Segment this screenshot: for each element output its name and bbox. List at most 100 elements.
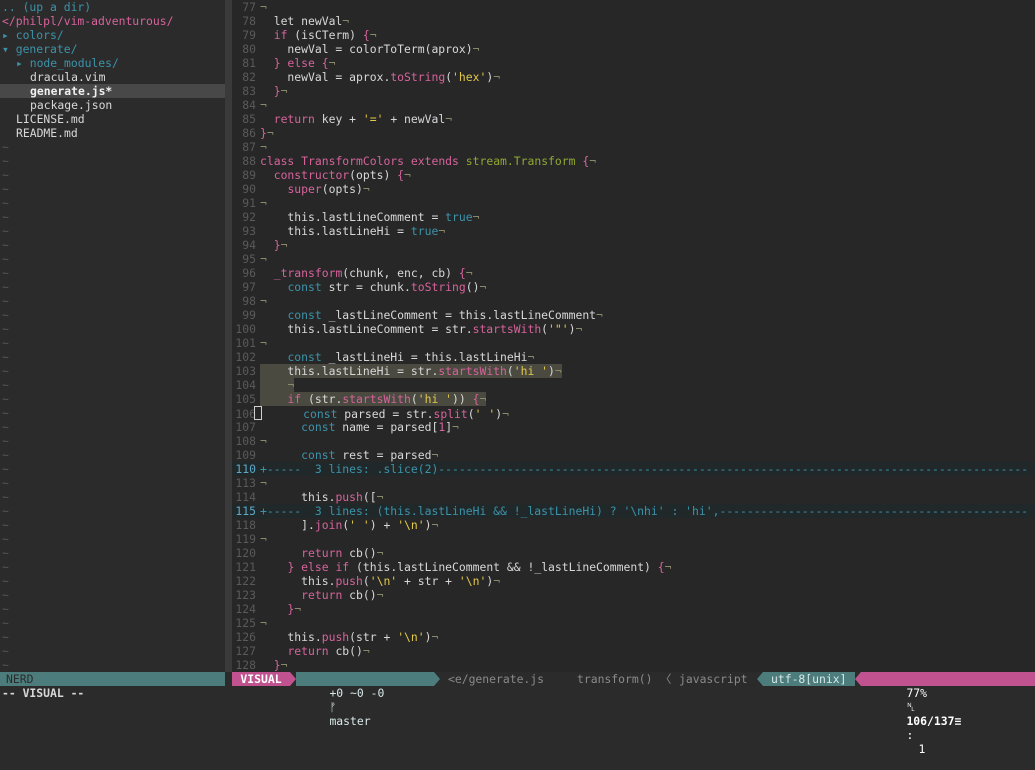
- code-editor[interactable]: 77 ¬ 78 let newVal¬ 79 if (isCTerm) {¬ 80 ne…: [232, 0, 1035, 672]
- line-code: const _lastLineComment = this.lastLineCo…: [260, 308, 603, 322]
- code-line[interactable]: 126 this.push(str + '\n')¬: [232, 630, 1035, 644]
- tree-empty-line: ~: [2, 196, 9, 210]
- eol-marker: ¬: [431, 448, 439, 462]
- code-line[interactable]: 78 let newVal¬: [232, 14, 1035, 28]
- code-line[interactable]: 119 ¬: [232, 532, 1035, 546]
- code-line[interactable]: 121 } else if (this.lastLineComment && !…: [232, 560, 1035, 574]
- tree-file[interactable]: dracula.vim: [0, 70, 225, 84]
- code-token: startsWith: [342, 392, 411, 406]
- code-token: toString: [410, 280, 466, 294]
- code-line[interactable]: 103 this.lastLineHi = str.startsWith('hi…: [232, 364, 1035, 378]
- code-line[interactable]: 120 return cb()¬: [232, 546, 1035, 560]
- code-line[interactable]: 77 ¬: [232, 0, 1035, 14]
- line-number: 93: [242, 224, 256, 238]
- fold-line[interactable]: 110 +----- 3 lines: .slice(2)------------…: [232, 462, 1035, 476]
- code-token: 'hi ': [417, 392, 453, 406]
- code-line[interactable]: 84 ¬: [232, 98, 1035, 112]
- eol-marker: ¬: [596, 308, 603, 322]
- code-token: ' ': [474, 407, 496, 421]
- mode-indicator: VISUAL: [232, 672, 290, 686]
- code-token: '\n': [397, 518, 425, 532]
- line-code: constructor(opts) {¬: [260, 168, 411, 182]
- line-code: this.lastLineComment = true¬: [260, 210, 479, 224]
- code-line[interactable]: 128 }¬: [232, 658, 1035, 672]
- tree-empty-line: ~: [2, 420, 9, 434]
- code-line[interactable]: 85 return key + '=' + newVal¬: [232, 112, 1035, 126]
- code-token: }: [260, 658, 281, 672]
- tree-empty-line: ~: [2, 238, 9, 252]
- code-token: {: [362, 28, 370, 42]
- code-line[interactable]: 87 ¬: [232, 140, 1035, 154]
- tree-dir[interactable]: ▸ node_modules/: [0, 56, 225, 70]
- tree-root-path[interactable]: </philpl/vim-adventurous/: [0, 14, 225, 28]
- line-code: }¬: [260, 602, 301, 616]
- code-line[interactable]: 79 if (isCTerm) {¬: [232, 28, 1035, 42]
- code-line[interactable]: 113 ¬: [232, 476, 1035, 490]
- code-token: (: [362, 574, 370, 588]
- code-line[interactable]: 89 constructor(opts) {¬: [232, 168, 1035, 182]
- code-line[interactable]: 88 class TransformColors extends stream.T…: [232, 154, 1035, 168]
- tree-file[interactable]: generate.js*: [0, 84, 225, 98]
- code-line[interactable]: 106 const parsed = str.split(' ')¬: [232, 406, 1035, 421]
- code-line[interactable]: 96 _transform(chunk, enc, cb) {¬: [232, 266, 1035, 280]
- code-line[interactable]: 109 const rest = parsed¬: [232, 448, 1035, 462]
- code-token: return: [301, 588, 343, 602]
- tree-file[interactable]: package.json: [0, 98, 225, 112]
- code-token: const: [287, 350, 322, 364]
- code-line[interactable]: 91 ¬: [232, 196, 1035, 210]
- tree-dir[interactable]: ▾ generate/: [0, 42, 225, 56]
- eol-marker: ¬: [431, 518, 439, 532]
- eol-marker: ¬: [342, 14, 350, 28]
- code-line[interactable]: 107 const name = parsed[1]¬: [232, 420, 1035, 434]
- code-token: {: [657, 560, 665, 574]
- code-line[interactable]: 124 }¬: [232, 602, 1035, 616]
- code-line[interactable]: 98 ¬: [232, 294, 1035, 308]
- tree-file[interactable]: LICENSE.md: [0, 112, 225, 126]
- eol-marker: ¬: [280, 84, 288, 98]
- code-token: str = chunk.: [321, 280, 411, 294]
- code-line[interactable]: 122 this.push('\n' + str + '\n')¬: [232, 574, 1035, 588]
- tree-empty-line: ~: [2, 252, 9, 266]
- split-divider[interactable]: [225, 0, 232, 672]
- tree-empty-line: ~: [2, 630, 9, 644]
- code-line[interactable]: 83 }¬: [232, 84, 1035, 98]
- tree-file[interactable]: README.md: [0, 126, 225, 140]
- code-line[interactable]: 101 ¬: [232, 336, 1035, 350]
- eol-marker: ¬: [527, 350, 535, 364]
- code-line[interactable]: 108 ¬: [232, 434, 1035, 448]
- code-line[interactable]: 82 newVal = aprox.toString('hex')¬: [232, 70, 1035, 84]
- line-number: 106: [235, 407, 256, 421]
- code-line[interactable]: 86}¬: [232, 126, 1035, 140]
- fold-line[interactable]: 115 +----- 3 lines: (this.lastLineHi && !…: [232, 504, 1035, 518]
- code-line[interactable]: 125 ¬: [232, 616, 1035, 630]
- code-line[interactable]: 99 const _lastLineComment = this.lastLin…: [232, 308, 1035, 322]
- code-line[interactable]: 118 ].join(' ') + '\n')¬: [232, 518, 1035, 532]
- tree-up-dir[interactable]: .. (up a dir): [0, 0, 225, 14]
- code-line[interactable]: 95 ¬: [232, 252, 1035, 266]
- code-line[interactable]: 92 this.lastLineComment = true¬: [232, 210, 1035, 224]
- code-line[interactable]: 100 this.lastLineComment = str.startsWit…: [232, 322, 1035, 336]
- command-line[interactable]: -- VISUAL --: [0, 686, 1035, 700]
- line-number: 108: [235, 434, 256, 448]
- tree-dir[interactable]: ▸ colors/: [0, 28, 225, 42]
- code-token: const: [301, 448, 336, 462]
- code-line[interactable]: 114 this.push([¬: [232, 490, 1035, 504]
- code-line[interactable]: 97 const str = chunk.toString()¬: [232, 280, 1035, 294]
- code-line[interactable]: 123 return cb()¬: [232, 588, 1035, 602]
- code-line[interactable]: 93 this.lastLineHi = true¬: [232, 224, 1035, 238]
- code-line[interactable]: 102 const _lastLineHi = this.lastLineHi¬: [232, 350, 1035, 364]
- code-line[interactable]: 90 super(opts)¬: [232, 182, 1035, 196]
- code-token: join: [314, 518, 343, 532]
- eol-marker: ¬: [554, 364, 562, 378]
- eol-marker: ¬: [362, 644, 370, 658]
- code-line[interactable]: 105 if (str.startsWith('hi ')) {¬: [232, 392, 1035, 406]
- line-code: super(opts)¬: [260, 182, 369, 196]
- code-token: )): [452, 392, 473, 406]
- line-number: 122: [235, 574, 256, 588]
- code-line[interactable]: 104 ¬: [232, 378, 1035, 392]
- code-line[interactable]: 127 return cb()¬: [232, 644, 1035, 658]
- tree-empty-line: ~: [2, 448, 9, 462]
- code-line[interactable]: 94 }¬: [232, 238, 1035, 252]
- code-line[interactable]: 81 } else {¬: [232, 56, 1035, 70]
- code-line[interactable]: 80 newVal = colorToTerm(aprox)¬: [232, 42, 1035, 56]
